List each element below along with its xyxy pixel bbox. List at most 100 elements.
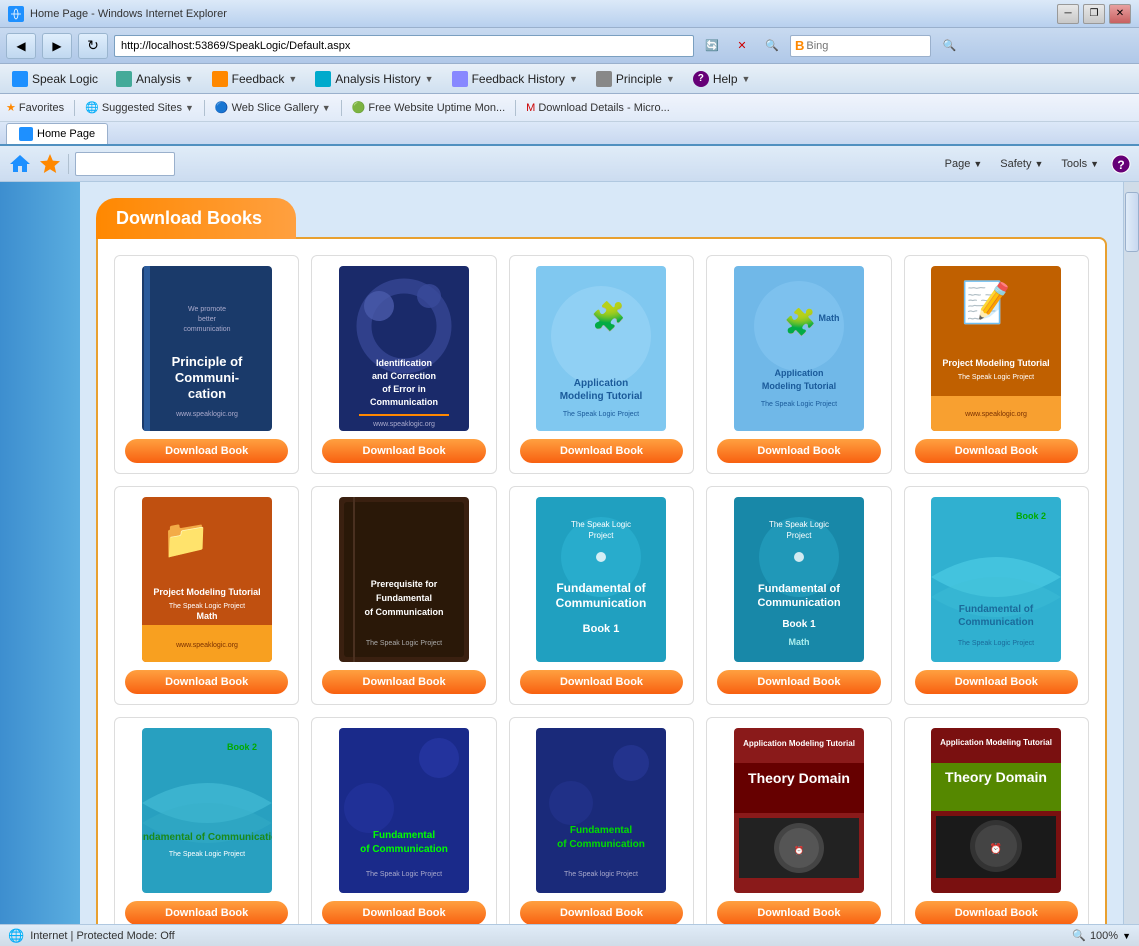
download-button-2[interactable]: Download Book <box>322 439 485 463</box>
scrollbar-thumb[interactable] <box>1125 192 1139 252</box>
menu-principle[interactable]: Principle ▼ <box>588 68 683 90</box>
svg-text:and Correction: and Correction <box>372 371 436 381</box>
svg-text:Theory Domain: Theory Domain <box>748 770 850 786</box>
svg-text:Fundamental of: Fundamental of <box>557 581 647 595</box>
book-card-14: Application Modeling Tutorial Theory Dom… <box>706 717 891 924</box>
svg-text:Fundamental of Communication: Fundamental of Communication <box>142 832 272 843</box>
book-card-5: 📝 Project Modeling Tutorial The Speak Lo… <box>904 255 1089 474</box>
fav-download-details[interactable]: M Download Details - Micro... <box>526 102 670 114</box>
download-button-10[interactable]: Download Book <box>915 670 1078 694</box>
back-button[interactable]: ◀ <box>6 33 36 59</box>
svg-text:Communication: Communication <box>370 397 438 407</box>
svg-text:Communication: Communication <box>959 617 1035 628</box>
toolbar-home-icon[interactable] <box>8 152 32 176</box>
download-button-13[interactable]: Download Book <box>520 901 683 924</box>
svg-text:Application: Application <box>574 378 628 389</box>
svg-text:Theory Domain: Theory Domain <box>945 769 1047 785</box>
svg-text:Application Modeling Tutorial: Application Modeling Tutorial <box>940 738 1052 747</box>
book-cover-7: Prerequisite for Fundamental of Communic… <box>339 497 469 662</box>
toolbar-tools-button[interactable]: Tools ▼ <box>1055 155 1105 173</box>
svg-text:Application: Application <box>774 368 823 378</box>
menu-feedback-history[interactable]: Feedback History ▼ <box>444 68 586 90</box>
forward-button[interactable]: ▶ <box>42 33 72 59</box>
svg-text:Project: Project <box>589 531 615 540</box>
menu-feedback[interactable]: Feedback ▼ <box>204 68 306 90</box>
home-tab[interactable]: Home Page <box>6 123 108 144</box>
book-cover-9: The Speak Logic Project Fundamental of C… <box>734 497 864 662</box>
svg-text:Principle of: Principle of <box>171 354 242 369</box>
search-icon[interactable]: 🔍 <box>760 35 784 57</box>
svg-text:The Speak Logic: The Speak Logic <box>571 520 631 529</box>
refresh-icon[interactable]: 🔄 <box>700 35 724 57</box>
menu-analysis[interactable]: Analysis ▼ <box>108 68 202 90</box>
fav-suggested-sites[interactable]: 🌐 Suggested Sites ▼ <box>85 101 194 114</box>
menu-speak-logic[interactable]: Speak Logic <box>4 68 106 90</box>
stop-icon[interactable]: ✕ <box>730 35 754 57</box>
toolbar-page-button[interactable]: Page ▼ <box>939 155 989 173</box>
book-card-2: Identification and Correction of Error i… <box>311 255 496 474</box>
svg-text:communication: communication <box>183 326 230 333</box>
toolbar-help-icon[interactable]: ? <box>1111 154 1131 174</box>
toolbar-tools-label: Tools <box>1061 158 1087 170</box>
zoom-controls[interactable]: 🔍 100% ▼ <box>1072 929 1131 942</box>
analysis-icon <box>116 71 132 87</box>
svg-text:🧩: 🧩 <box>591 300 626 333</box>
principle-dropdown-icon: ▼ <box>666 74 675 84</box>
help-dropdown-icon: ▼ <box>742 74 751 84</box>
uptime-icon: 🟢 <box>352 101 366 114</box>
download-button-1[interactable]: Download Book <box>125 439 288 463</box>
svg-text:📝: 📝 <box>961 279 1011 325</box>
safety-dropdown-icon: ▼ <box>1034 159 1043 169</box>
download-button-7[interactable]: Download Book <box>322 670 485 694</box>
menu-analysis-history[interactable]: Analysis History ▼ <box>307 68 441 90</box>
section-title: Download Books <box>116 208 262 228</box>
reload-button[interactable]: ↻ <box>78 33 108 59</box>
status-lock-icon: 🌐 <box>8 928 24 944</box>
download-button-12[interactable]: Download Book <box>322 901 485 924</box>
book-card-15: Application Modeling Tutorial Theory Dom… <box>904 717 1089 924</box>
svg-text:The Speak Logic: The Speak Logic <box>769 520 829 529</box>
svg-text:www.speaklogic.org: www.speaklogic.org <box>175 642 238 649</box>
book-cover-2: Identification and Correction of Error i… <box>339 266 469 431</box>
toolbar-safety-button[interactable]: Safety ▼ <box>994 155 1049 173</box>
browser-content: Download Books We promote better communi… <box>0 182 1139 924</box>
download-button-3[interactable]: Download Book <box>520 439 683 463</box>
download-button-4[interactable]: Download Book <box>717 439 880 463</box>
download-button-9[interactable]: Download Book <box>717 670 880 694</box>
toolbar-search-input[interactable] <box>75 152 175 176</box>
book-cover-13: Fundamental of Communication The Speak l… <box>536 728 666 893</box>
toolbar-favorites-icon[interactable] <box>38 152 62 176</box>
download-button-8[interactable]: Download Book <box>520 670 683 694</box>
svg-text:The Speak Logic Project: The Speak Logic Project <box>366 640 442 647</box>
search-input[interactable] <box>806 40 926 52</box>
download-button-11[interactable]: Download Book <box>125 901 288 924</box>
fav-sep-4 <box>515 100 516 116</box>
analysis-history-icon <box>315 71 331 87</box>
favorites-label: Favorites <box>19 102 64 114</box>
svg-text:We promote: We promote <box>188 306 226 313</box>
search-box-container: B <box>790 35 931 57</box>
feedback-icon <box>212 71 228 87</box>
fav-web-slice[interactable]: 🔵 Web Slice Gallery ▼ <box>215 101 331 114</box>
fav-uptime[interactable]: 🟢 Free Website Uptime Mon... <box>352 101 505 114</box>
address-input[interactable] <box>114 35 694 57</box>
svg-text:Identification: Identification <box>376 358 432 368</box>
status-left: 🌐 Internet | Protected Mode: Off <box>8 928 175 944</box>
main-panel: Download Books We promote better communi… <box>80 182 1123 924</box>
download-button-15[interactable]: Download Book <box>915 901 1078 924</box>
book-cover-1: We promote better communication Principl… <box>142 266 272 431</box>
svg-text:?: ? <box>1117 158 1124 172</box>
home-tab-icon <box>19 127 33 141</box>
download-button-14[interactable]: Download Book <box>717 901 880 924</box>
close-button[interactable]: ✕ <box>1109 4 1131 24</box>
download-button-5[interactable]: Download Book <box>915 439 1078 463</box>
svg-text:of Communication: of Communication <box>365 607 444 617</box>
menu-analysis-history-label: Analysis History <box>335 72 420 86</box>
favorites-button[interactable]: ★ Favorites <box>6 101 64 114</box>
minimize-button[interactable]: ─ <box>1057 4 1079 24</box>
menu-help[interactable]: ? Help ▼ <box>685 68 759 90</box>
search-submit-icon[interactable]: 🔍 <box>937 35 961 57</box>
restore-button[interactable]: ❐ <box>1083 4 1105 24</box>
address-bar: ◀ ▶ ↻ 🔄 ✕ 🔍 B 🔍 <box>0 28 1139 64</box>
download-button-6[interactable]: Download Book <box>125 670 288 694</box>
